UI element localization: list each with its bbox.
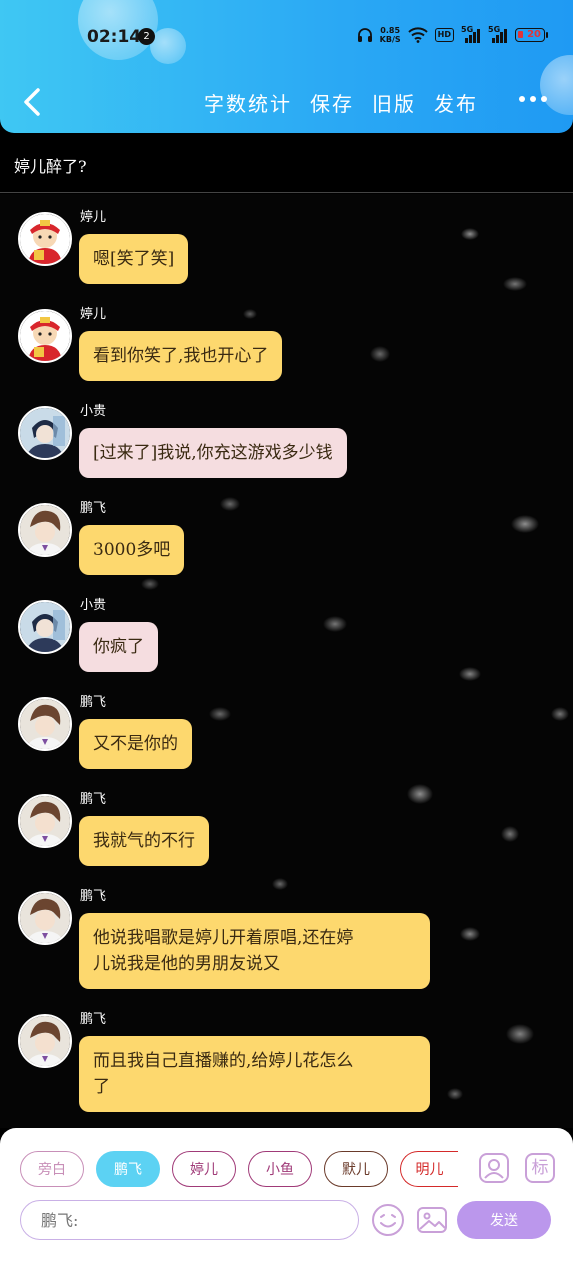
role-chip-xiaoyu[interactable]: 小鱼 — [248, 1151, 312, 1187]
role-label: 旁白 — [38, 1162, 66, 1178]
avatar-pengfei[interactable] — [18, 794, 72, 848]
notification-badge: 2 — [138, 28, 155, 45]
role-chip-pengfei[interactable]: 鹏飞 — [96, 1151, 160, 1187]
battery-level: 20 — [527, 29, 541, 40]
battery-icon: 20 — [515, 28, 548, 42]
role-chip-tinger[interactable]: 婷儿 — [172, 1151, 236, 1187]
chat-title[interactable]: 婷儿醉了? — [14, 153, 87, 177]
emoji-button[interactable] — [370, 1202, 406, 1238]
sender-name: 鹏飞 — [80, 1012, 107, 1027]
more-dot — [519, 96, 525, 102]
avatar-xiaogui[interactable] — [18, 406, 72, 460]
publish-button[interactable]: 发布 — [434, 88, 478, 117]
message-text-line2: 儿说我是他的男朋友说又 — [93, 954, 280, 974]
role-label: 鹏飞 — [114, 1162, 142, 1178]
message-text: 看到你笑了,我也开心了 — [93, 346, 269, 366]
role-chip-moer[interactable]: 默儿 — [324, 1151, 388, 1187]
avatar-pengfei[interactable] — [18, 697, 72, 751]
more-dot — [530, 96, 536, 102]
signal-icon-1: 5G — [461, 25, 481, 43]
sender-name: 婷儿 — [80, 307, 107, 322]
role-label: 婷儿 — [190, 1162, 218, 1178]
composer-panel: 旁白 鹏飞 婷儿 小鱼 默儿 明儿 标 发送 — [0, 1128, 573, 1280]
sender-name: 鹏飞 — [80, 792, 107, 807]
image-icon — [417, 1207, 447, 1233]
image-button[interactable] — [414, 1202, 450, 1238]
sender-name: 小贵 — [80, 404, 107, 419]
app-header: 02:14 2 0.85 KB/S HD 5G 5G 20 字数统计 保存 旧版… — [0, 0, 573, 133]
role-chip-narrator[interactable]: 旁白 — [20, 1151, 84, 1187]
message-text: 我就气的不行 — [93, 831, 195, 851]
net-speed: 0.85 KB/S — [380, 26, 401, 44]
message-bubble[interactable]: 看到你笑了,我也开心了 — [79, 331, 283, 381]
avatar-xiaogui[interactable] — [18, 600, 72, 654]
save-button[interactable]: 保存 — [310, 88, 354, 117]
message-text: 3000多吧 — [93, 540, 171, 560]
role-selector: 旁白 鹏飞 婷儿 小鱼 默儿 明儿 — [20, 1151, 458, 1187]
send-button[interactable]: 发送 — [457, 1201, 551, 1239]
signal-icon-2: 5G — [488, 25, 508, 43]
character-manage-button[interactable] — [478, 1152, 510, 1184]
message-text-line1: 而且我自己直播赚的,给婷儿花怎么 — [93, 1051, 354, 1071]
sender-name: 小贵 — [80, 598, 107, 613]
message-bubble[interactable]: 3000多吧 — [79, 525, 185, 575]
message-bubble[interactable]: 我就气的不行 — [79, 816, 209, 866]
message-bubble[interactable]: 你疯了 — [79, 622, 158, 672]
message-bubble[interactable]: [过来了]我说,你充这游戏多少钱 — [79, 428, 347, 478]
message-text: 你疯了 — [93, 637, 144, 657]
nav-bar: 字数统计 保存 旧版 发布 — [0, 82, 573, 122]
message-text-line2: 了 — [93, 1077, 110, 1097]
user-card-icon — [479, 1153, 509, 1183]
message-bubble[interactable]: 他说我唱歌是婷儿开着原唱,还在婷 儿说我是他的男朋友说又 — [79, 913, 430, 989]
sender-name: 鹏飞 — [80, 695, 107, 710]
net-speed-unit: KB/S — [379, 35, 401, 44]
chat-title-row: 婷儿醉了? — [0, 133, 573, 193]
nav-actions: 字数统计 保存 旧版 发布 — [204, 88, 478, 117]
signal-label-2: 5G — [488, 25, 501, 34]
wifi-icon — [407, 27, 428, 43]
message-text: 又不是你的 — [93, 734, 178, 754]
message-text: 嗯[笑了笑] — [93, 249, 175, 269]
avatar-pengfei[interactable] — [18, 891, 72, 945]
message-bubble[interactable]: 又不是你的 — [79, 719, 192, 769]
message-text-line1: 他说我唱歌是婷儿开着原唱,还在婷 — [93, 928, 354, 948]
message-bubble[interactable]: 而且我自己直播赚的,给婷儿花怎么 了 — [79, 1036, 430, 1112]
avatar-tinger[interactable] — [18, 309, 72, 363]
message-input[interactable] — [20, 1200, 359, 1240]
word-count-button[interactable]: 字数统计 — [204, 88, 292, 117]
avatar-pengfei[interactable] — [18, 503, 72, 557]
more-dot — [541, 96, 547, 102]
sender-name: 婷儿 — [80, 210, 107, 225]
mark-label: 标 — [531, 1158, 549, 1178]
chevron-left-icon — [24, 88, 40, 116]
message-bubble[interactable]: 嗯[笑了笑] — [79, 234, 189, 284]
net-speed-value: 0.85 — [380, 26, 401, 35]
avatar-pengfei[interactable] — [18, 1014, 72, 1068]
mark-button[interactable]: 标 — [524, 1152, 556, 1184]
sender-name: 鹏飞 — [80, 889, 107, 904]
message-text: [过来了]我说,你充这游戏多少钱 — [93, 443, 333, 463]
old-version-button[interactable]: 旧版 — [372, 88, 416, 117]
role-label: 明儿 — [415, 1162, 444, 1178]
role-chip-minger[interactable]: 明儿 — [400, 1151, 458, 1187]
more-button[interactable] — [519, 96, 547, 102]
smiley-icon — [372, 1204, 404, 1236]
hd-badge: HD — [434, 28, 454, 42]
role-label: 小鱼 — [266, 1162, 294, 1178]
role-label: 默儿 — [342, 1162, 370, 1178]
avatar-tinger[interactable] — [18, 212, 72, 266]
send-label: 发送 — [490, 1213, 518, 1229]
status-bar: 02:14 2 0.85 KB/S HD 5G 5G 20 — [0, 22, 573, 52]
signal-label-1: 5G — [461, 25, 474, 34]
back-button[interactable] — [18, 84, 48, 120]
status-icons: 0.85 KB/S HD 5G 5G 20 — [357, 25, 548, 44]
chat-area[interactable]: 婷儿 嗯[笑了笑] 婷儿 看到你笑了,我也开心了 小贵 [过来了]我说,你充这游… — [0, 194, 573, 1128]
headphones-icon — [357, 27, 373, 43]
battery-fill — [518, 31, 523, 38]
sender-name: 鹏飞 — [80, 501, 107, 516]
status-time: 02:14 — [87, 27, 142, 47]
